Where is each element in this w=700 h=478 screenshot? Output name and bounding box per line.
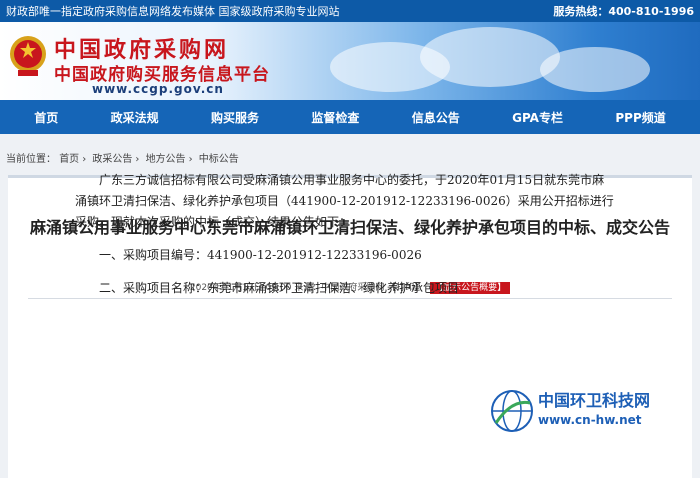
site-url: www.ccgp.gov.cn — [92, 82, 224, 96]
article-body: 广东三方诚信招标有限公司受麻涌镇公用事业服务中心的委托，于2020年01月15日… — [75, 170, 615, 299]
breadcrumb-item-home[interactable]: 首页 — [59, 154, 79, 165]
main-nav: 首页 政采法规 购买服务 监督检查 信息公告 GPA专栏 PPP频道 — [0, 100, 700, 134]
breadcrumb-item-gov-notices[interactable]: 政采公告 — [92, 154, 132, 165]
breadcrumb-item-award-notices[interactable]: 中标公告 — [199, 154, 239, 165]
site-banner: 中国政府采购网 中国政府购买服务信息平台 www.ccgp.gov.cn — [0, 22, 700, 100]
watermark-url: www.cn-hw.net — [538, 413, 642, 427]
top-info-text: 财政部唯一指定政府采购信息网络发布媒体 国家级政府采购专业网站 — [6, 5, 340, 18]
project-number-item: 一、采购项目编号：441900-12-201912-12233196-0026 — [99, 248, 422, 262]
cloud-decoration — [540, 47, 650, 92]
nav-item-ppp[interactable]: PPP频道 — [615, 109, 665, 126]
nav-item-announcements[interactable]: 信息公告 — [412, 109, 460, 126]
cloud-decoration — [420, 27, 560, 87]
globe-icon — [491, 390, 533, 432]
nav-item-purchase-service[interactable]: 购买服务 — [211, 109, 259, 126]
national-emblem-icon — [10, 36, 46, 76]
article-paragraph: 广东三方诚信招标有限公司受麻涌镇公用事业服务中心的委托，于2020年01月15日… — [75, 173, 614, 229]
watermark-title: 中国环卫科技网 — [538, 391, 651, 410]
breadcrumb: 当前位置： 首页 › 政采公告 › 地方公告 › 中标公告 — [6, 154, 239, 165]
nav-item-gpa[interactable]: GPA专栏 — [512, 109, 563, 126]
top-info-bar: 财政部唯一指定政府采购信息网络发布媒体 国家级政府采购专业网站 服务热线：400… — [0, 0, 700, 22]
breadcrumb-prefix: 当前位置： — [6, 154, 56, 165]
nav-item-home[interactable]: 首页 — [34, 109, 58, 126]
project-name-item: 二、采购项目名称：东莞市麻涌镇环卫清扫保洁、绿化养护承包项目 — [99, 281, 460, 295]
nav-item-regulations[interactable]: 政采法规 — [111, 109, 159, 126]
breadcrumb-item-local-notices[interactable]: 地方公告 — [146, 154, 186, 165]
service-hotline: 服务热线：400-810-1996 — [553, 5, 694, 18]
nav-item-supervision[interactable]: 监督检查 — [311, 109, 359, 126]
watermark: 中国环卫科技网 www.cn-hw.net — [490, 385, 680, 441]
